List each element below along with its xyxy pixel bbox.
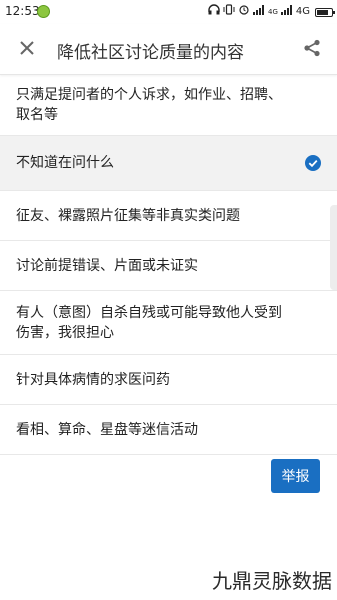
- option-label: 有人（意图）自杀自残或可能导致他人受到伤害，我很担心: [16, 304, 282, 341]
- watermark: 九鼎灵脉数据: [212, 569, 332, 593]
- share-icon[interactable]: [299, 35, 325, 61]
- status-icons: 4G 4G: [208, 4, 335, 20]
- option-unclear-question[interactable]: 不知道在问什么: [0, 136, 337, 191]
- signal-icon: [280, 4, 293, 20]
- option-label: 征友、裸露照片征集等非真实类问题: [16, 207, 240, 224]
- app-notification-icon: [37, 5, 50, 18]
- option-label: 讨论前提错误、片面或未证实: [16, 257, 198, 274]
- option-self-harm[interactable]: 有人（意图）自杀自残或可能导致他人受到伤害，我很担心: [0, 291, 337, 355]
- close-icon[interactable]: [14, 35, 40, 61]
- option-false-premise[interactable]: 讨论前提错误、片面或未证实: [0, 241, 337, 291]
- network-type-1: 4G: [267, 8, 278, 16]
- check-icon: [305, 155, 321, 171]
- option-medical-advice[interactable]: 针对具体病情的求医问药: [0, 355, 337, 405]
- option-label: 不知道在问什么: [16, 155, 114, 171]
- status-bar: 12:53 4G 4G: [0, 0, 337, 24]
- alarm-icon: [238, 4, 250, 20]
- scrollbar[interactable]: [330, 205, 337, 290]
- toolbar: 降低社区讨论质量的内容: [0, 24, 337, 75]
- status-time: 12:53: [5, 4, 40, 18]
- option-personal-request[interactable]: 只满足提问者的个人诉求，如作业、招聘、取名等: [0, 75, 337, 136]
- signal-icon: [252, 4, 265, 20]
- network-type-2: 4G: [295, 6, 310, 17]
- option-label: 只满足提问者的个人诉求，如作业、招聘、取名等: [16, 87, 282, 123]
- headphones-icon: [208, 4, 220, 20]
- page-title: 降低社区讨论质量的内容: [57, 43, 244, 63]
- option-label: 看相、算命、星盘等迷信活动: [16, 421, 198, 438]
- battery-icon: [315, 7, 335, 17]
- option-fake-question[interactable]: 征友、裸露照片征集等非真实类问题: [0, 191, 337, 241]
- option-superstition[interactable]: 看相、算命、星盘等迷信活动: [0, 405, 337, 455]
- option-label: 针对具体病情的求医问药: [16, 371, 170, 388]
- reason-list: 只满足提问者的个人诉求，如作业、招聘、取名等 不知道在问什么 征友、裸露照片征集…: [0, 75, 337, 455]
- report-button[interactable]: 举报: [271, 459, 320, 493]
- vibrate-icon: [223, 4, 235, 20]
